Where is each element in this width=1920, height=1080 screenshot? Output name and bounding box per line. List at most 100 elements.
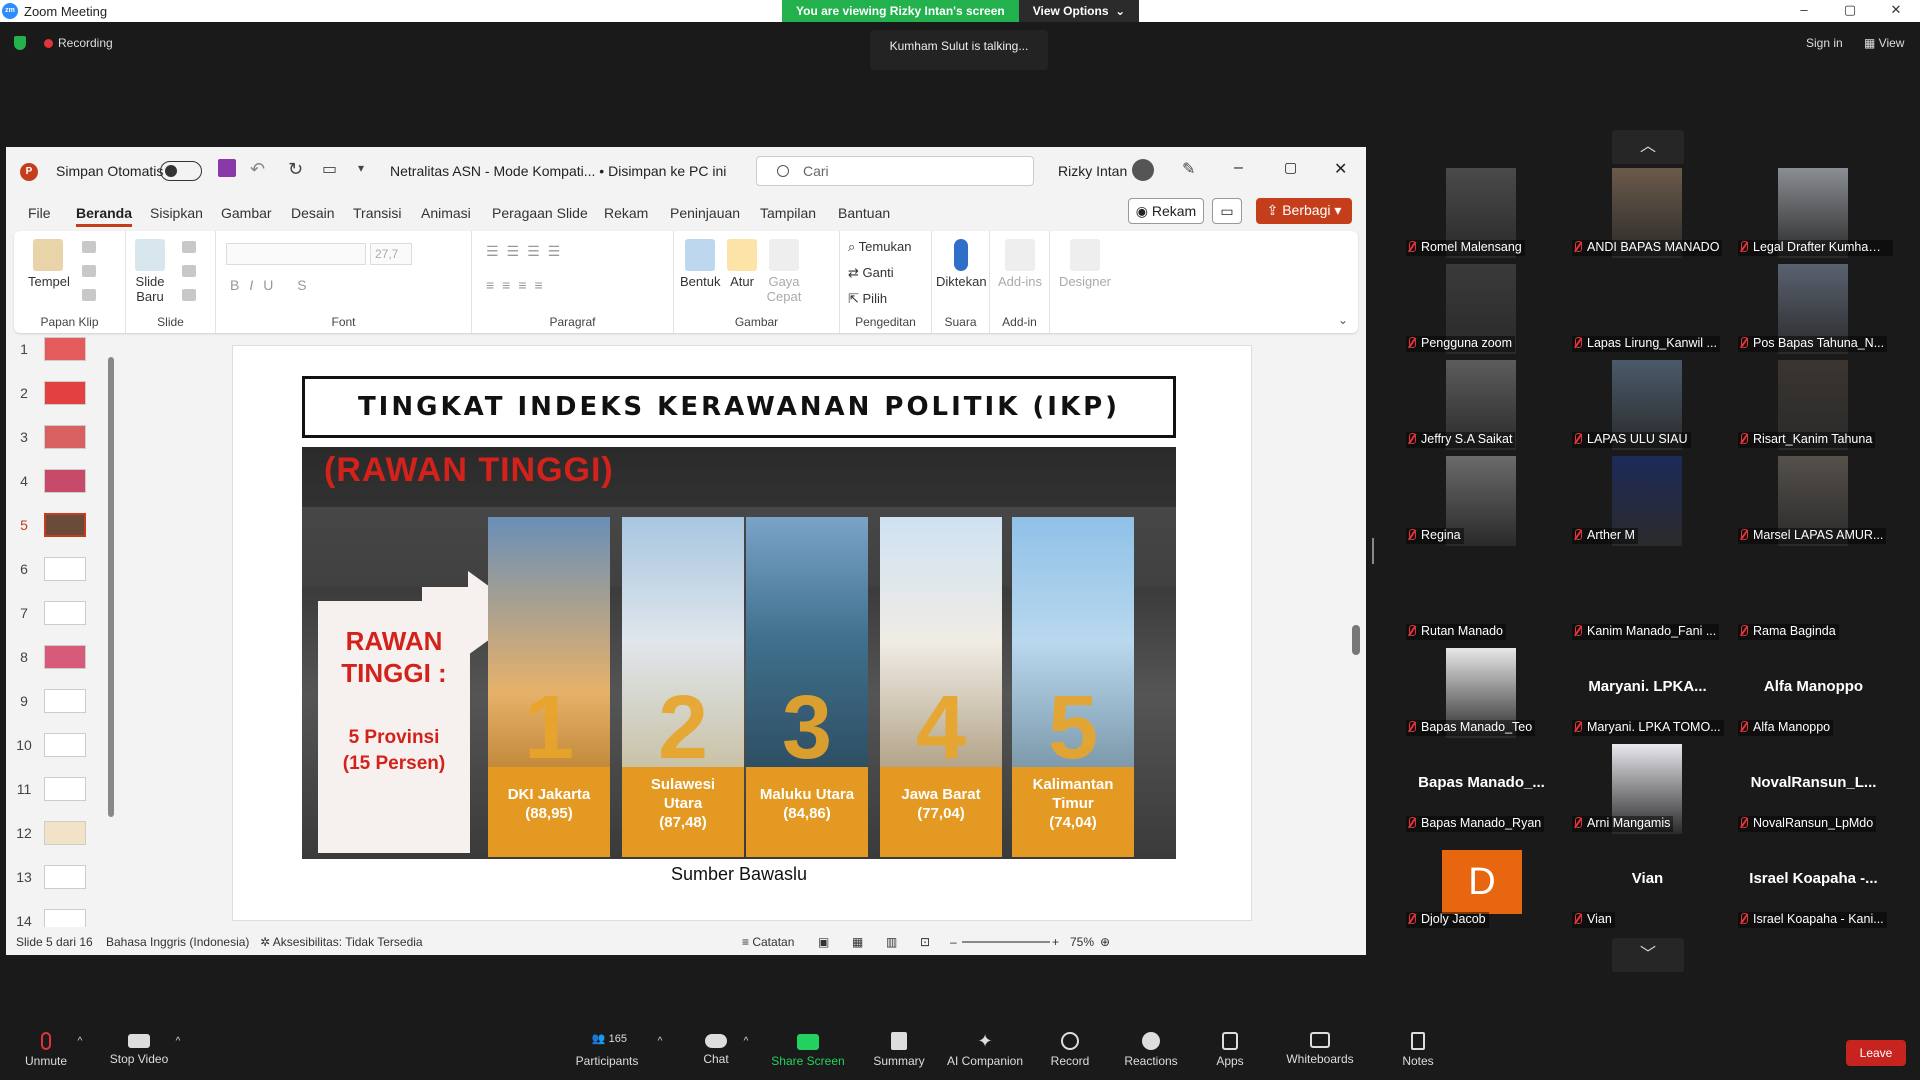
menu-rekam[interactable]: Rekam (604, 205, 648, 221)
format-painter-icon[interactable] (82, 289, 96, 301)
participant-tile[interactable]: Legal Drafter Kumham S... (1734, 168, 1893, 258)
ppt-minimize-button[interactable]: – (1234, 159, 1243, 177)
participant-tile[interactable]: Marsel LAPAS AMUR... (1734, 456, 1893, 546)
slide-scrollbar-thumb[interactable] (1352, 625, 1360, 655)
gaya-cepat-button[interactable]: Gaya Cepat (764, 239, 804, 304)
summary-button[interactable]: Summary (864, 1028, 934, 1080)
thumbnail-slide[interactable]: 1 (14, 337, 98, 365)
participant-tile[interactable]: Vian Vian (1568, 840, 1727, 930)
language-status[interactable]: Bahasa Inggris (Indonesia) (106, 935, 249, 949)
menu-peragaan-slide[interactable]: Peragaan Slide (492, 205, 588, 221)
participant-tile[interactable]: Pengguna zoom (1402, 264, 1561, 354)
pilih-button[interactable]: ⇱ Pilih (848, 291, 887, 307)
participant-tile[interactable]: Rutan Manado (1402, 552, 1561, 642)
menu-desain[interactable]: Desain (291, 205, 335, 221)
autosave-toggle[interactable] (160, 161, 202, 181)
bentuk-button[interactable]: Bentuk (680, 239, 720, 289)
thumbnail-slide[interactable]: 13 (14, 865, 98, 893)
apps-button[interactable]: Apps (1200, 1028, 1260, 1080)
recording-indicator[interactable]: Recording (44, 36, 113, 50)
participant-tile[interactable]: Alfa Manoppo Alfa Manoppo (1734, 648, 1893, 738)
participant-tile[interactable]: Kanim Manado_Fani ... (1568, 552, 1727, 642)
audio-options-icon[interactable]: ^ (72, 1028, 88, 1080)
diktekan-button[interactable]: Diktekan (936, 239, 987, 289)
list-buttons[interactable]: ☰☰☰☰ (486, 243, 568, 260)
section-icon[interactable] (182, 289, 196, 301)
participant-tile[interactable]: Maryani. LPKA... Maryani. LPKA TOMO... (1568, 648, 1727, 738)
user-avatar[interactable] (1132, 159, 1154, 181)
zoom-in-button[interactable]: + (1052, 935, 1059, 949)
slideshow-icon[interactable]: ⊡ (920, 935, 930, 949)
font-format-buttons[interactable]: BIU S (230, 277, 317, 293)
participant-tile[interactable]: Pos Bapas Tahuna_N... (1734, 264, 1893, 354)
participants-options-icon[interactable]: ^ (652, 1028, 668, 1080)
thumbnail-slide[interactable]: 4 (14, 469, 98, 497)
normal-view-icon[interactable]: ▣ (818, 935, 829, 949)
reading-view-icon[interactable]: ▥ (886, 935, 897, 949)
participant-tile[interactable]: Risart_Kanim Tahuna (1734, 360, 1893, 450)
search-input[interactable]: Cari (756, 156, 1034, 186)
minimize-button[interactable]: – (1784, 2, 1824, 17)
slide-scrollbar[interactable] (1352, 487, 1360, 955)
restore-button[interactable]: ▢ (1830, 2, 1870, 18)
participants-button[interactable]: 👥 165 Participants (572, 1028, 642, 1080)
zoom-out-button[interactable]: – (950, 935, 957, 949)
thumbnail-slide[interactable]: 8 (14, 645, 98, 673)
gallery-scroll-up-button[interactable]: ︿ (1612, 130, 1684, 164)
view-button[interactable]: ▦ View (1864, 36, 1904, 50)
participant-tile[interactable]: Bapas Manado_Teo (1402, 648, 1561, 738)
font-size-select[interactable]: 27,7 (370, 243, 412, 265)
participant-tile[interactable]: LAPAS ULU SIAU (1568, 360, 1727, 450)
berbagi-button[interactable]: ⇪ Berbagi ▾ (1256, 198, 1352, 224)
save-icon[interactable] (218, 159, 236, 177)
notes-button[interactable]: ≡ Catatan (742, 935, 794, 949)
participant-tile[interactable]: Israel Koapaha -... Israel Koapaha - Kani… (1734, 840, 1893, 930)
layout-icon[interactable] (182, 241, 196, 253)
participant-tile[interactable]: Regina (1402, 456, 1561, 546)
rekam-button[interactable]: ◉ Rekam (1128, 198, 1204, 224)
tempel-button[interactable]: Tempel (28, 239, 70, 289)
record-button[interactable]: Record (1040, 1028, 1100, 1080)
participant-tile[interactable]: ANDI BAPAS MANADO (1568, 168, 1727, 258)
participant-tile[interactable]: Arni Mangamis (1568, 744, 1727, 834)
gallery-scroll-down-button[interactable]: ﹀ (1612, 938, 1684, 972)
reactions-button[interactable]: Reactions (1118, 1028, 1184, 1080)
participant-tile[interactable]: Arther M (1568, 456, 1727, 546)
leave-button[interactable]: Leave (1846, 1040, 1906, 1066)
customize-qat-icon[interactable]: ▾ (358, 161, 364, 175)
chat-options-icon[interactable]: ^ (738, 1028, 754, 1080)
slide-baru-button[interactable]: Slide Baru (132, 239, 168, 304)
menu-file[interactable]: File (28, 205, 51, 221)
participant-tile[interactable]: Romel Malensang (1402, 168, 1561, 258)
thumbnail-scrollbar[interactable] (108, 357, 114, 817)
chat-button[interactable]: Chat (696, 1028, 736, 1080)
thumbnail-slide[interactable]: 7 (14, 601, 98, 629)
whiteboards-button[interactable]: Whiteboards (1280, 1028, 1360, 1080)
user-name[interactable]: Rizky Intan (1058, 163, 1127, 179)
temukan-button[interactable]: ⌕ Temukan (848, 239, 911, 255)
thumbnail-slide[interactable]: 11 (14, 777, 98, 805)
pen-icon[interactable]: ✎ (1182, 159, 1195, 179)
security-shield-icon[interactable] (14, 36, 26, 50)
view-options-button[interactable]: View Options ⌄ (1018, 0, 1140, 22)
menu-beranda[interactable]: Beranda (76, 205, 133, 227)
participant-tile[interactable]: Rama Baginda (1734, 552, 1893, 642)
reset-icon[interactable] (182, 265, 196, 277)
menu-bantuan[interactable]: Bantuan (838, 205, 890, 221)
participant-tile[interactable]: D Djoly Jacob (1402, 840, 1561, 930)
participant-tile[interactable]: Lapas Lirung_Kanwil ... (1568, 264, 1727, 354)
thumbnail-slide[interactable]: 10 (14, 733, 98, 761)
ppt-restore-button[interactable]: ▢ (1284, 159, 1297, 176)
undo-icon[interactable]: ↶ (250, 159, 265, 180)
font-family-select[interactable] (226, 243, 366, 265)
slide-sorter-icon[interactable]: ▦ (852, 935, 863, 949)
fit-to-window-icon[interactable]: ⊕ (1100, 935, 1110, 949)
menu-transisi[interactable]: Transisi (353, 205, 402, 221)
unmute-button[interactable]: Unmute (16, 1028, 76, 1080)
participant-tile[interactable]: Bapas Manado_... Bapas Manado_Ryan (1402, 744, 1561, 834)
participant-tile[interactable]: NovalRansun_L... NovalRansun_LpMdo (1734, 744, 1893, 834)
sign-in-link[interactable]: Sign in (1806, 36, 1843, 50)
close-button[interactable]: ✕ (1876, 2, 1916, 18)
present-icon[interactable]: ▭ (322, 159, 337, 179)
share-screen-button[interactable]: Share Screen (768, 1028, 848, 1080)
